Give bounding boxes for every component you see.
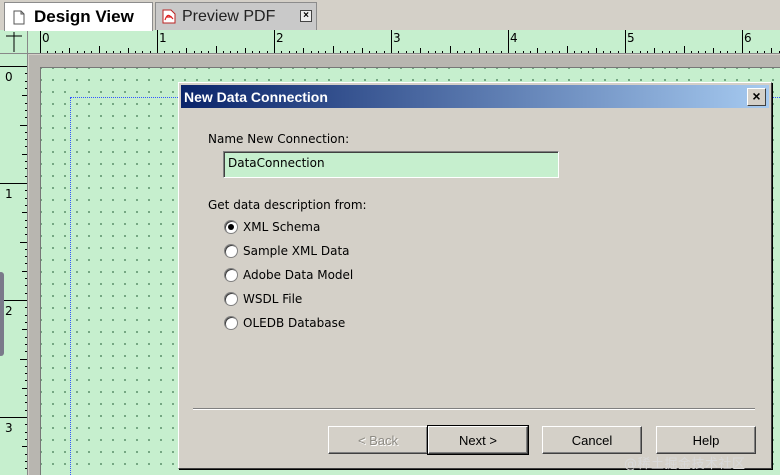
tab-label: Design View	[34, 7, 134, 26]
option-label[interactable]: Adobe Data Model	[243, 268, 353, 282]
horizontal-ruler-ticks	[40, 30, 780, 53]
document-tab-bar: Design View Preview PDF ×	[0, 0, 780, 31]
dialog-titlebar[interactable]: New Data Connection ×	[181, 85, 769, 108]
tab-label: Preview PDF	[182, 7, 276, 25]
radio-sample-xml-data[interactable]	[224, 244, 238, 258]
ruler-label: 6	[744, 31, 752, 45]
ruler-label: 2	[5, 304, 13, 318]
radio-wsdl-file[interactable]	[224, 292, 238, 306]
connection-name-input[interactable]: DataConnection	[223, 151, 559, 178]
ruler-label: 1	[159, 31, 167, 45]
tab-preview-pdf[interactable]: Preview PDF ×	[155, 2, 317, 30]
vertical-ruler: 0 1 2 3	[0, 54, 28, 475]
ruler-label: 5	[627, 31, 635, 45]
horizontal-ruler: 0 1 2 3 4 5 6	[28, 30, 780, 54]
vertical-ruler-ticks	[0, 66, 27, 469]
ruler-label: 1	[5, 187, 13, 201]
dialog-title: New Data Connection	[184, 89, 328, 105]
close-icon[interactable]: ×	[747, 88, 766, 106]
help-button[interactable]: Help	[656, 426, 756, 454]
ruler-corner	[0, 30, 28, 54]
radio-oledb-database[interactable]	[224, 316, 238, 330]
new-data-connection-dialog: New Data Connection × Name New Connectio…	[178, 82, 772, 469]
button-separator	[193, 408, 755, 410]
ruler-label: 4	[510, 31, 518, 45]
option-label[interactable]: Sample XML Data	[243, 244, 350, 258]
radio-adobe-data-model[interactable]	[224, 268, 238, 282]
ruler-corner-icon	[6, 32, 22, 52]
name-label: Name New Connection:	[208, 132, 350, 146]
ruler-label: 2	[276, 31, 284, 45]
ruler-label: 0	[5, 70, 13, 84]
close-tab-icon[interactable]: ×	[300, 10, 312, 22]
ruler-label: 3	[5, 421, 13, 435]
watermark-text: @稀土掘金技术社区	[624, 457, 746, 472]
tab-design-view[interactable]: Design View	[4, 2, 153, 31]
next-button[interactable]: Next >	[427, 425, 529, 455]
margin-guide-left	[70, 97, 71, 475]
splitter-handle[interactable]	[0, 272, 4, 356]
back-button[interactable]: < Back	[328, 426, 428, 454]
pdf-icon	[162, 9, 176, 24]
option-label[interactable]: OLEDB Database	[243, 316, 345, 330]
option-label[interactable]: XML Schema	[243, 220, 320, 234]
radio-xml-schema[interactable]	[224, 220, 238, 234]
ruler-label: 3	[393, 31, 401, 45]
cancel-button[interactable]: Cancel	[542, 426, 642, 454]
source-label: Get data description from:	[208, 198, 367, 212]
document-icon	[13, 10, 25, 24]
ruler-label: 0	[42, 31, 50, 45]
option-label[interactable]: WSDL File	[243, 292, 302, 306]
